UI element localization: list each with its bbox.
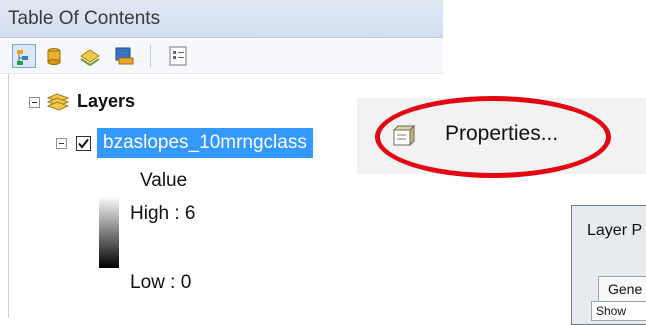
list-by-source-icon bbox=[47, 48, 61, 65]
list-by-visibility-button[interactable] bbox=[78, 44, 102, 68]
layers-collapse-toggle[interactable] bbox=[29, 97, 40, 108]
options-button[interactable] bbox=[166, 44, 190, 68]
layers-group-icon bbox=[46, 93, 70, 111]
dialog-tab-general-label[interactable]: Gene bbox=[608, 281, 642, 297]
list-by-visibility-icon bbox=[80, 49, 100, 67]
legend-high-label: High : 6 bbox=[130, 203, 196, 224]
toc-title: Table Of Contents bbox=[8, 8, 161, 29]
list-by-selection-icon bbox=[115, 47, 134, 65]
list-by-selection-button[interactable] bbox=[112, 44, 136, 68]
dialog-body-text: Show bbox=[596, 304, 627, 318]
legend-gradient-ramp bbox=[99, 196, 119, 268]
layer-name-selected[interactable]: bzaslopes_10mrngclass bbox=[97, 128, 313, 158]
toolbar-separator bbox=[150, 45, 151, 67]
legend-heading: Value bbox=[140, 170, 188, 191]
layers-group-label[interactable]: Layers bbox=[77, 91, 135, 112]
toc-toolbar bbox=[0, 38, 443, 74]
checkmark-icon bbox=[78, 138, 89, 149]
list-by-source-button[interactable] bbox=[42, 44, 66, 68]
list-by-drawing-order-icon bbox=[17, 50, 28, 65]
toc-panel-header: Table Of Contents bbox=[0, 0, 443, 38]
legend-low-label: Low : 0 bbox=[130, 272, 192, 293]
layer-collapse-toggle[interactable] bbox=[56, 138, 67, 149]
dialog-title: Layer P bbox=[587, 222, 643, 239]
list-by-drawing-order-button[interactable] bbox=[12, 44, 36, 68]
properties-icon bbox=[392, 124, 416, 147]
menu-item-properties-label[interactable]: Properties... bbox=[445, 122, 558, 146]
options-icon bbox=[169, 46, 187, 66]
layer-visibility-checkbox[interactable] bbox=[76, 136, 91, 151]
